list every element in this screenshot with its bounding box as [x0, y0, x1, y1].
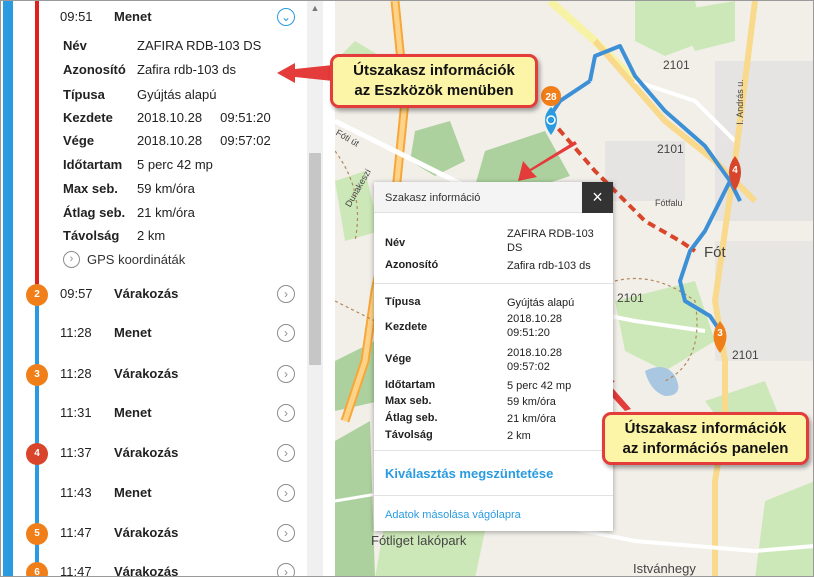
- row-title: Menet: [114, 325, 152, 340]
- timeline-row[interactable]: 4 11:37 Várakozás ›: [1, 433, 306, 473]
- map-road-label: 2101: [732, 348, 759, 362]
- popup-value: 21 km/óra: [507, 413, 556, 425]
- map-town-label: Fót: [704, 244, 726, 261]
- stop-badge: 4: [26, 443, 48, 465]
- row-time: 11:47: [60, 525, 92, 540]
- copy-to-clipboard-link[interactable]: Adatok másolása vágólapra: [385, 509, 521, 521]
- collapse-chevron-icon[interactable]: ⌄: [277, 8, 295, 26]
- row-time: 11:28: [60, 366, 92, 381]
- marker-3-label[interactable]: 3: [717, 328, 723, 339]
- popup-value: 59 km/óra: [507, 396, 556, 408]
- popup-value: 5 perc 42 mp: [507, 380, 572, 392]
- expand-chevron-icon[interactable]: ›: [277, 524, 295, 542]
- stop-badge: 5: [26, 523, 48, 545]
- row-time: 11:43: [60, 485, 92, 500]
- expand-chevron-icon[interactable]: ›: [277, 484, 295, 502]
- popup-label: Időtartam: [385, 379, 436, 391]
- popup-label: Átlag seb.: [385, 412, 438, 424]
- timeline-segment-selected: [35, 1, 39, 284]
- popup-value: 2018.10.28 09:51:20: [507, 313, 563, 339]
- deselect-link[interactable]: Kiválasztás megszüntetése: [385, 466, 553, 481]
- popup-label: Vége: [385, 353, 412, 365]
- timeline-row[interactable]: 5 11:47 Várakozás ›: [1, 513, 306, 553]
- popup-divider: [374, 495, 613, 496]
- map-road-label: 2101: [617, 291, 644, 305]
- row-title: Várakozás: [114, 445, 179, 460]
- popup-divider: [374, 283, 613, 284]
- popup-label: Kezdete: [385, 321, 428, 333]
- close-icon[interactable]: ×: [582, 182, 613, 213]
- stop-badge: 6: [26, 562, 48, 576]
- popup-value: 2 km: [507, 430, 531, 442]
- map-area-label: Fótliget lakópark: [371, 533, 467, 548]
- stop-badge: 2: [26, 284, 48, 306]
- timeline-row[interactable]: 2 09:57 Várakozás ›: [1, 274, 306, 314]
- popup-label: Max seb.: [385, 395, 432, 407]
- timeline-row-expanded[interactable]: 09:51 Menet ⌄: [1, 1, 306, 37]
- screenshot-frame: 09:51 Menet ⌄ Név ZAFIRA RDB-103 DS Azono…: [0, 0, 814, 577]
- row-title: Várakozás: [114, 286, 179, 301]
- row-title: Menet: [114, 485, 152, 500]
- expand-chevron-icon[interactable]: ›: [277, 285, 295, 303]
- expand-chevron-icon[interactable]: ›: [277, 563, 295, 576]
- expand-chevron-icon[interactable]: ›: [277, 444, 295, 462]
- popup-label: Azonosító: [385, 259, 439, 271]
- map-street-label: I. András u.: [734, 79, 745, 125]
- segment-info-popup: Szakasz információ × Név ZAFIRA RDB-103 …: [374, 182, 613, 531]
- marker-4-label[interactable]: 4: [732, 165, 738, 176]
- callout-panel-info: Útszakasz információk az információs pan…: [602, 412, 809, 465]
- row-time: 11:47: [60, 564, 92, 577]
- popup-label: Típusa: [385, 296, 421, 308]
- map-road-label: 2101: [663, 58, 690, 72]
- gps-label: GPS koordináták: [87, 252, 186, 267]
- callout-line: Útszakasz információk: [353, 62, 515, 79]
- popup-value: Zafira rdb-103 ds: [507, 260, 591, 272]
- scrollbar-thumb[interactable]: [309, 153, 321, 365]
- row-time: 09:57: [60, 286, 93, 301]
- stop-badge: 3: [26, 364, 48, 386]
- callout-arrow: [277, 63, 333, 83]
- timeline-row[interactable]: 3 11:28 Várakozás ›: [1, 354, 306, 394]
- row-title: Várakozás: [114, 564, 179, 577]
- timeline-row[interactable]: 11:31 Menet ›: [1, 393, 306, 433]
- gps-coordinates-toggle[interactable]: › GPS koordináták: [63, 251, 263, 269]
- timeline-row[interactable]: 11:43 Menet ›: [1, 473, 306, 513]
- callout-line: az információs panelen: [622, 440, 789, 457]
- popup-header: Szakasz információ ×: [374, 182, 613, 213]
- expand-chevron-icon[interactable]: ›: [277, 365, 295, 383]
- popup-label: Távolság: [385, 429, 433, 441]
- map-area-label: Istvánhegy: [633, 561, 696, 576]
- expand-chevron-icon[interactable]: ›: [277, 324, 295, 342]
- row-time: 11:31: [60, 405, 92, 420]
- row-time: 11:28: [60, 325, 92, 340]
- route-timeline-panel: 09:51 Menet ⌄ Név ZAFIRA RDB-103 DS Azono…: [1, 1, 335, 577]
- row-time: 09:51: [60, 9, 93, 24]
- marker-28-label[interactable]: 28: [545, 92, 557, 103]
- timeline-row[interactable]: 11:28 Menet ›: [1, 313, 306, 353]
- callout-line: az Eszközök menüben: [354, 82, 514, 99]
- popup-divider: [374, 450, 613, 451]
- row-title: Várakozás: [114, 525, 179, 540]
- popup-value: ZAFIRA RDB-103 DS: [507, 228, 594, 254]
- map-road-label: 2101: [657, 142, 684, 156]
- row-title: Menet: [114, 9, 152, 24]
- row-title: Menet: [114, 405, 152, 420]
- popup-value: 2018.10.28 09:57:02: [507, 347, 563, 373]
- chevron-right-icon: ›: [63, 251, 80, 268]
- callout-menu-info: Útszakasz információk az Eszközök menübe…: [330, 54, 538, 108]
- timeline-row[interactable]: 6 11:47 Várakozás ›: [1, 552, 306, 577]
- row-time: 11:37: [60, 445, 92, 460]
- expand-chevron-icon[interactable]: ›: [277, 404, 295, 422]
- callout-line: Útszakasz információk: [624, 420, 787, 437]
- map-area-label: Fótfalu: [655, 198, 683, 208]
- scroll-up-arrow-icon[interactable]: ▲: [307, 3, 323, 17]
- popup-title: Szakasz információ: [385, 192, 481, 204]
- row-title: Várakozás: [114, 366, 179, 381]
- popup-value: Gyújtás alapú: [507, 297, 575, 309]
- popup-label: Név: [385, 237, 406, 249]
